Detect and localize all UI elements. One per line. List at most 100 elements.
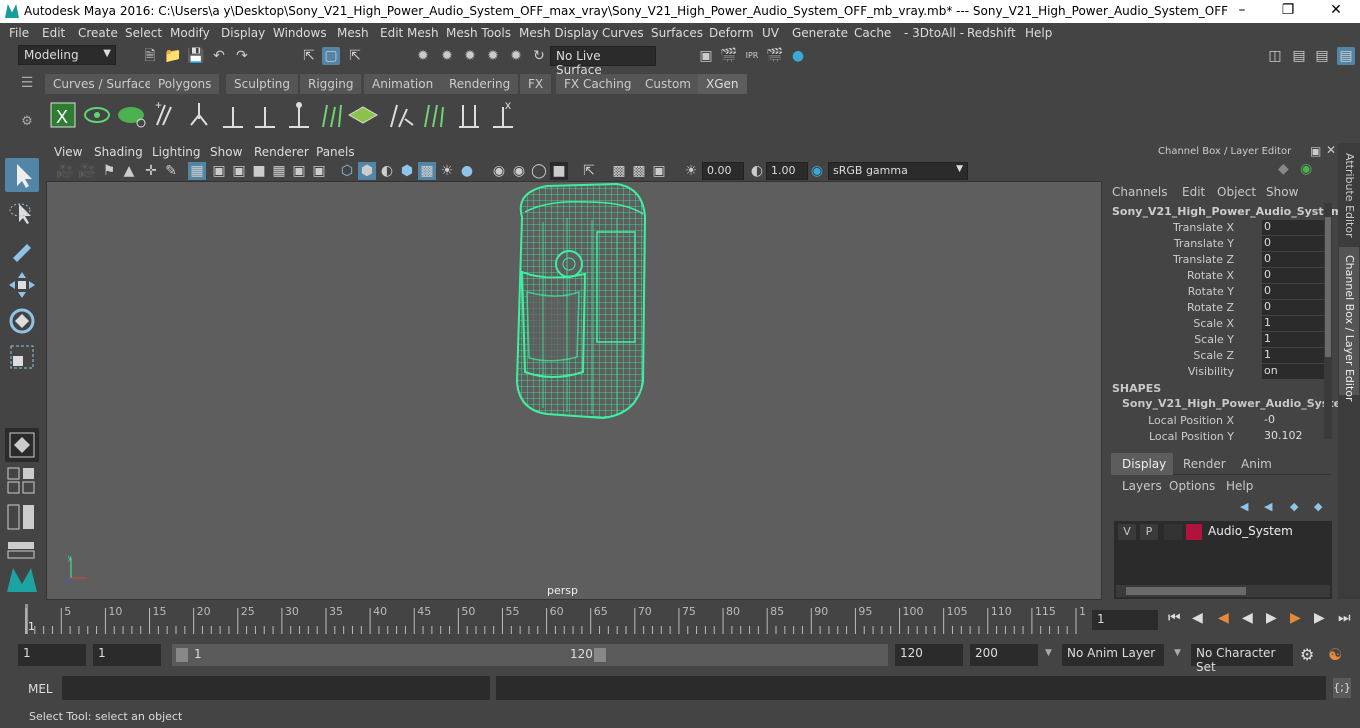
tab-xgen[interactable]: XGen (698, 74, 747, 94)
time-slider[interactable]: 1 5 10 15 20 25 30 35 40 45 50 55 60 65 70 75 80 85 90 95 10… (18, 604, 1093, 634)
camera-select-icon[interactable]: 🎥 (56, 162, 74, 180)
xgen-guide-2-icon[interactable] (255, 107, 275, 128)
colorspace-select[interactable]: sRGB gamma ▼ (828, 162, 968, 180)
cb-menu-channels[interactable]: Channels (1112, 185, 1168, 199)
menu-generate[interactable]: Generate (792, 26, 848, 40)
vp-menu-shading[interactable]: Shading (94, 145, 143, 159)
le-menu-help[interactable]: Help (1226, 479, 1253, 493)
default-material-icon[interactable]: ⬢ (398, 162, 416, 180)
float-panel-icon[interactable]: ▣ (1310, 144, 1321, 158)
depth-of-field-icon[interactable]: ■ (550, 162, 568, 180)
menu-mesh[interactable]: Mesh (337, 26, 369, 40)
wireframe-on-shaded-icon[interactable]: ◐ (378, 162, 396, 180)
cb-menu-edit[interactable]: Edit (1182, 185, 1205, 199)
viewport-persp[interactable]: y persp (46, 181, 1102, 600)
gamma-field[interactable]: 1.00 (766, 162, 808, 180)
menu-modify[interactable]: Modify (170, 26, 210, 40)
layer-type-toggle[interactable] (1164, 524, 1182, 540)
outliner-layout-icon[interactable] (5, 502, 39, 532)
range-slider[interactable]: 1 120 (172, 644, 610, 666)
menu-mesh-display[interactable]: Mesh Display (519, 26, 599, 40)
cb-row-scale-x[interactable]: Scale X 1 (1106, 316, 1326, 332)
cb-row-rotate-x[interactable]: Rotate X 0 (1106, 268, 1326, 284)
step-back-frame-icon[interactable]: ◀ (1192, 610, 1203, 626)
menu-edit-mesh[interactable]: Edit Mesh (380, 26, 439, 40)
command-input[interactable] (62, 676, 490, 700)
script-editor-icon[interactable]: {;} (1333, 678, 1351, 698)
tab-polygons[interactable]: Polygons (150, 74, 220, 94)
film-gate-icon[interactable]: ▣ (210, 162, 228, 180)
graph-layout-icon[interactable] (5, 540, 39, 560)
exposure-field[interactable]: 0.00 (702, 162, 744, 180)
camera-attr-icon[interactable]: 🎥 (78, 162, 96, 180)
tab-channel-box-layer-editor[interactable]: Channel Box / Layer Editor (1343, 255, 1356, 402)
cb-row-scale-y[interactable]: Scale Y 1 (1106, 332, 1326, 348)
xgen-brush-icon[interactable] (390, 104, 414, 128)
resolution-gate-icon[interactable]: ▣ (230, 162, 248, 180)
layer-row[interactable]: V P Audio_System (1116, 523, 1330, 541)
layer-playback-toggle[interactable]: P (1140, 524, 1158, 540)
menu-create[interactable]: Create (78, 26, 118, 40)
xgen-clear-icon[interactable] (118, 107, 146, 128)
current-frame-marker[interactable] (25, 604, 28, 634)
cb-attr-value[interactable]: 0 (1262, 236, 1326, 251)
cb-object-name[interactable]: Sony_V21_High_Power_Audio_System... (1112, 205, 1355, 218)
le-menu-options[interactable]: Options (1169, 479, 1215, 493)
menu-3dtoall[interactable]: - 3DtoAll - (904, 26, 964, 40)
tab-display[interactable]: Display (1111, 453, 1173, 475)
vp-menu-renderer[interactable]: Renderer (254, 145, 309, 159)
single-view-layout-icon[interactable] (5, 428, 39, 462)
xgen-guide-1-icon[interactable] (223, 107, 243, 128)
cb-attr-value[interactable]: 0 (1262, 284, 1326, 299)
close-panel-icon[interactable]: ✕ (1326, 143, 1336, 157)
lights-icon[interactable]: ☀ (438, 162, 456, 180)
snap-curve-icon[interactable]: ✹ (438, 47, 456, 65)
open-scene-icon[interactable]: 📁 (164, 47, 182, 65)
smooth-shade-icon[interactable]: ⬢ (358, 162, 376, 180)
play-backwards-icon[interactable]: ◀ (1242, 610, 1253, 626)
render-view-icon[interactable]: ▣ (697, 47, 715, 65)
menu-edit[interactable]: Edit (42, 26, 65, 40)
tab-attribute-editor[interactable]: Attribute Editor (1343, 153, 1356, 238)
xgen-attach-icon[interactable] (459, 105, 479, 128)
select-hierarchy-icon[interactable]: ⇱ (300, 47, 318, 65)
range-start-handle[interactable] (176, 648, 188, 662)
xgen-select-icon[interactable] (424, 104, 444, 128)
2d-pan-icon[interactable]: ✛ (142, 162, 160, 180)
cb-attr-value[interactable]: 0 (1262, 252, 1326, 267)
cb-attr-value[interactable]: 30.102 (1262, 429, 1326, 444)
render-frame-icon[interactable]: 🎬 (720, 47, 738, 65)
snap-surface-icon[interactable]: ✹ (507, 47, 525, 65)
toggle-channel-box-icon[interactable]: ▤ (1337, 47, 1355, 65)
snap-view-icon[interactable]: ✹ (484, 47, 502, 65)
menu-windows[interactable]: Windows (273, 26, 327, 40)
tab-rendering[interactable]: Rendering (441, 74, 519, 94)
menu-select[interactable]: Select (125, 26, 162, 40)
hypershade-icon[interactable]: ● (789, 47, 807, 65)
redo-icon[interactable]: ↷ (233, 47, 251, 65)
ipr-render-icon[interactable]: IPR (743, 47, 761, 65)
maya-home-icon[interactable] (5, 562, 39, 596)
cb-row-translate-x[interactable]: Translate X 0 (1106, 220, 1326, 236)
vp-menu-panels[interactable]: Panels (316, 145, 355, 159)
new-layer-selected-icon[interactable]: ◆ (1314, 500, 1322, 513)
gate-mask-icon[interactable]: ■ (250, 162, 268, 180)
vp-menu-lighting[interactable]: Lighting (152, 145, 201, 159)
step-forward-key-icon[interactable]: ▶ (1290, 610, 1301, 626)
go-to-end-icon[interactable]: ⏭ (1338, 610, 1351, 626)
toggle-tool-settings-icon[interactable]: ▤ (1313, 47, 1331, 65)
chevron-down-icon[interactable]: ▼ (1045, 648, 1052, 658)
tab-rigging[interactable]: Rigging (300, 74, 362, 94)
range-end-handle[interactable] (594, 648, 606, 662)
cb-row-rotate-y[interactable]: Rotate Y 0 (1106, 284, 1326, 300)
tab-anim[interactable]: Anim (1235, 453, 1279, 475)
xgen-preview-icon[interactable] (84, 107, 110, 123)
image-plane-icon[interactable]: ▲ (120, 162, 138, 180)
scene-end-field[interactable]: 200 (970, 644, 1038, 666)
hud-icon[interactable]: ▣ (650, 162, 668, 180)
wireframe-icon[interactable]: ⬡ (338, 162, 356, 180)
close-icon[interactable]: ✕ (1326, 2, 1346, 20)
play-forwards-icon[interactable]: ▶ (1266, 610, 1277, 626)
menu-cache[interactable]: Cache (854, 26, 891, 40)
xray-joints-icon[interactable]: ▩ (610, 162, 628, 180)
